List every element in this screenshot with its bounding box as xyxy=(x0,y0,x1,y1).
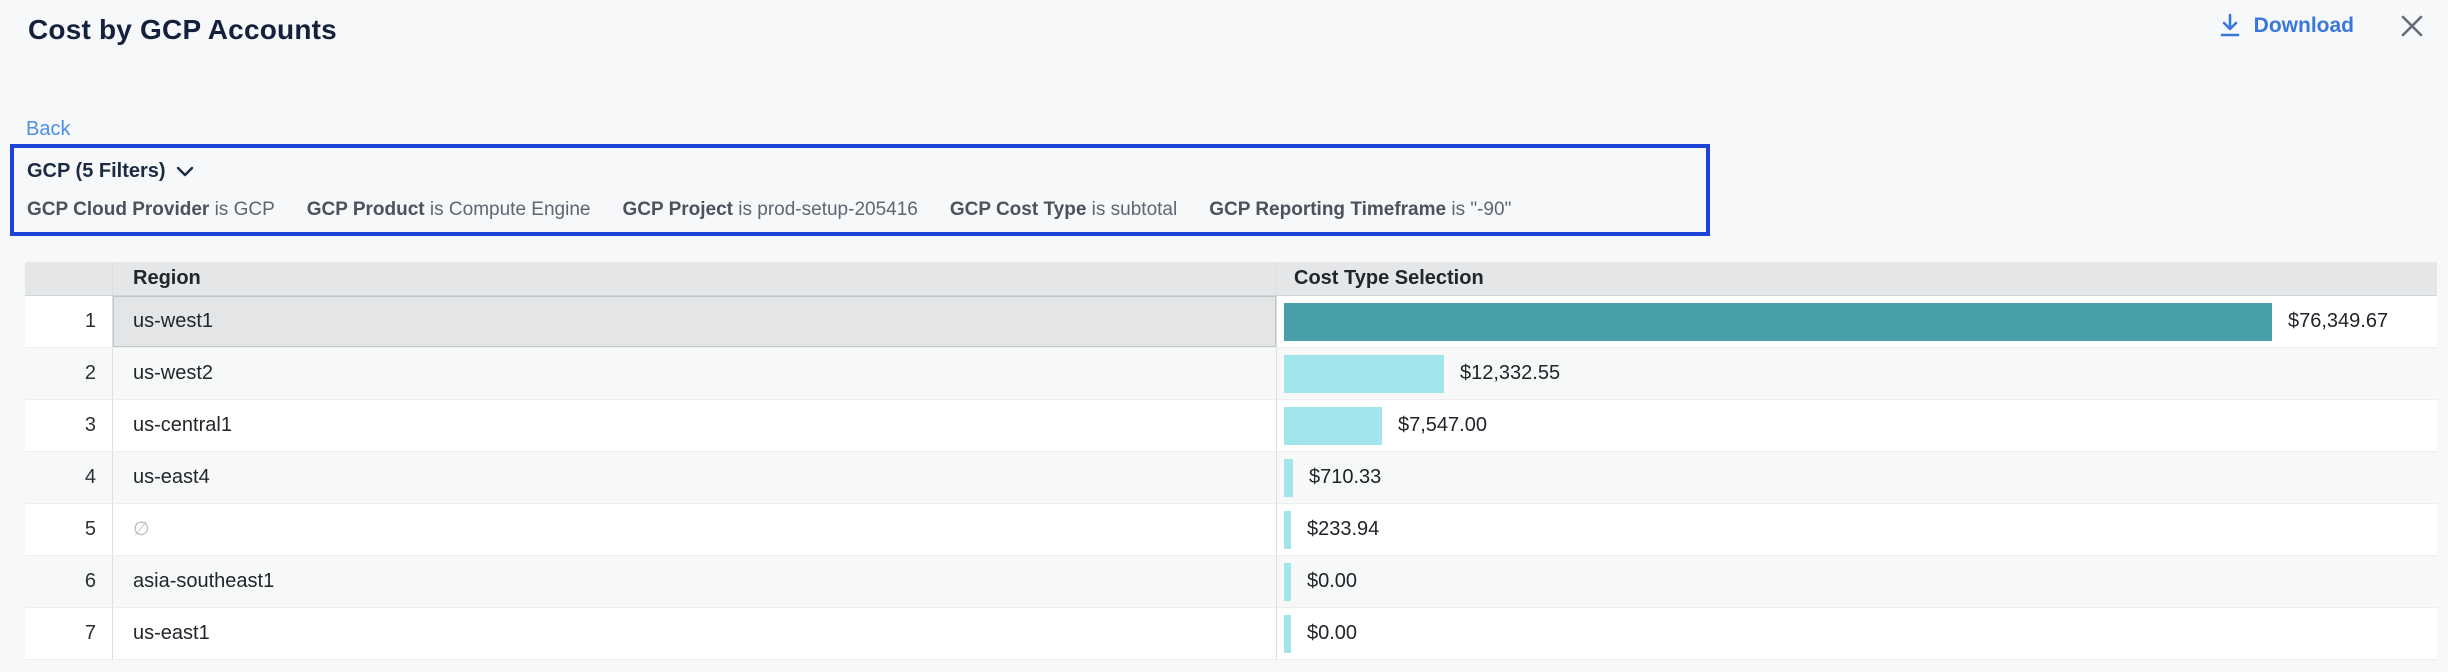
filter-condition: is "-90" xyxy=(1446,199,1511,220)
row-number: 7 xyxy=(25,608,112,659)
filter-field: GCP Product xyxy=(307,199,425,220)
region-cell[interactable]: us-east1 xyxy=(112,608,1276,659)
filter-field: GCP Cost Type xyxy=(950,199,1087,220)
region-label: us-east1 xyxy=(133,622,210,645)
cost-bar xyxy=(1284,303,2272,341)
header-actions: Download xyxy=(2212,8,2430,44)
region-label: us-west1 xyxy=(133,310,213,333)
filter-field: GCP Reporting Timeframe xyxy=(1209,199,1446,220)
cost-bar xyxy=(1284,459,1293,497)
cost-value-label: $0.00 xyxy=(1307,570,1357,593)
cost-bar-cell[interactable]: $233.94 xyxy=(1276,504,2437,555)
cost-bar xyxy=(1284,355,1444,393)
filter-summary-label: GCP (5 Filters) xyxy=(27,160,166,183)
chevron-down-icon xyxy=(176,166,194,178)
close-button[interactable] xyxy=(2394,8,2430,44)
empty-value-symbol: ∅ xyxy=(133,518,150,541)
region-label: us-west2 xyxy=(133,362,213,385)
cost-bar-cell[interactable]: $12,332.55 xyxy=(1276,348,2437,399)
cost-value-label: $12,332.55 xyxy=(1460,362,1560,385)
download-button[interactable]: Download xyxy=(2212,12,2360,40)
download-icon xyxy=(2218,13,2242,39)
filter-item: GCP Reporting Timeframe is "-90" xyxy=(1209,199,1511,221)
cost-bar-cell[interactable]: $7,547.00 xyxy=(1276,400,2437,451)
table-row[interactable]: 6 asia-southeast1 $0.00 xyxy=(25,556,2437,608)
row-number-header xyxy=(25,262,112,295)
row-number: 6 xyxy=(25,556,112,607)
region-column-header[interactable]: Region xyxy=(112,262,1276,295)
region-label: us-central1 xyxy=(133,414,232,437)
filter-item: GCP Cost Type is subtotal xyxy=(950,199,1177,221)
table-row[interactable]: 3 us-central1 $7,547.00 xyxy=(25,400,2437,452)
filter-item: GCP Product is Compute Engine xyxy=(307,199,591,221)
table-row[interactable]: 2 us-west2 $12,332.55 xyxy=(25,348,2437,400)
cost-bar xyxy=(1284,407,1382,445)
cost-value-label: $76,349.67 xyxy=(2288,310,2388,333)
cost-bar-cell[interactable]: $710.33 xyxy=(1276,452,2437,503)
cost-value-label: $233.94 xyxy=(1307,518,1379,541)
back-link[interactable]: Back xyxy=(26,118,70,141)
cost-bar xyxy=(1284,511,1291,549)
table-body: 1us-west1$76,349.672us-west2$12,332.553u… xyxy=(25,296,2437,660)
table-row[interactable]: 1 us-west1 $76,349.67 xyxy=(25,296,2437,348)
region-cell[interactable]: us-west2 xyxy=(112,348,1276,399)
table-header-row: Region Cost Type Selection xyxy=(25,262,2437,296)
region-label: us-east4 xyxy=(133,466,210,489)
filter-field: GCP Cloud Provider xyxy=(27,199,209,220)
page-title: Cost by GCP Accounts xyxy=(28,14,337,46)
cost-report-panel: Cost by GCP Accounts Download Back GCP (… xyxy=(0,0,2448,672)
filter-summary-dropdown[interactable]: GCP (5 Filters) xyxy=(27,160,194,183)
table-row[interactable]: 4 us-east4 $710.33 xyxy=(25,452,2437,504)
cost-column-header[interactable]: Cost Type Selection xyxy=(1276,262,2437,295)
table-row[interactable]: 5 ∅ $233.94 xyxy=(25,504,2437,556)
region-cell[interactable]: us-east4 xyxy=(112,452,1276,503)
filter-condition: is prod-setup-205416 xyxy=(733,199,918,220)
cost-value-label: $0.00 xyxy=(1307,622,1357,645)
close-icon xyxy=(2398,12,2426,40)
cost-bar xyxy=(1284,563,1291,601)
row-number: 4 xyxy=(25,452,112,503)
cost-value-label: $7,547.00 xyxy=(1398,414,1487,437)
filter-list: GCP Cloud Provider is GCP GCP Product is … xyxy=(27,199,1706,221)
cost-bar-cell[interactable]: $0.00 xyxy=(1276,556,2437,607)
cost-bar-cell[interactable]: $76,349.67 xyxy=(1276,296,2437,347)
cost-bar xyxy=(1284,615,1291,653)
region-cell[interactable]: us-central1 xyxy=(112,400,1276,451)
filter-box: GCP (5 Filters) GCP Cloud Provider is GC… xyxy=(10,144,1710,236)
filter-condition: is Compute Engine xyxy=(425,199,591,220)
download-label: Download xyxy=(2254,14,2354,38)
region-cell[interactable]: ∅ xyxy=(112,504,1276,555)
cost-table: Region Cost Type Selection 1 us-west1 $76,… xyxy=(25,262,2437,660)
filter-item: GCP Project is prod-setup-205416 xyxy=(622,199,917,221)
region-label: asia-southeast1 xyxy=(133,570,274,593)
filter-field: GCP Project xyxy=(622,199,733,220)
region-cell[interactable]: asia-southeast1 xyxy=(112,556,1276,607)
filter-condition: is GCP xyxy=(209,199,274,220)
filter-condition: is subtotal xyxy=(1086,199,1177,220)
row-number: 5 xyxy=(25,504,112,555)
region-cell[interactable]: us-west1 xyxy=(112,296,1276,347)
row-number: 1 xyxy=(25,296,112,347)
row-number: 2 xyxy=(25,348,112,399)
cost-value-label: $710.33 xyxy=(1309,466,1381,489)
table-row[interactable]: 7 us-east1 $0.00 xyxy=(25,608,2437,660)
row-number: 3 xyxy=(25,400,112,451)
filter-item: GCP Cloud Provider is GCP xyxy=(27,199,275,221)
cost-bar-cell[interactable]: $0.00 xyxy=(1276,608,2437,659)
